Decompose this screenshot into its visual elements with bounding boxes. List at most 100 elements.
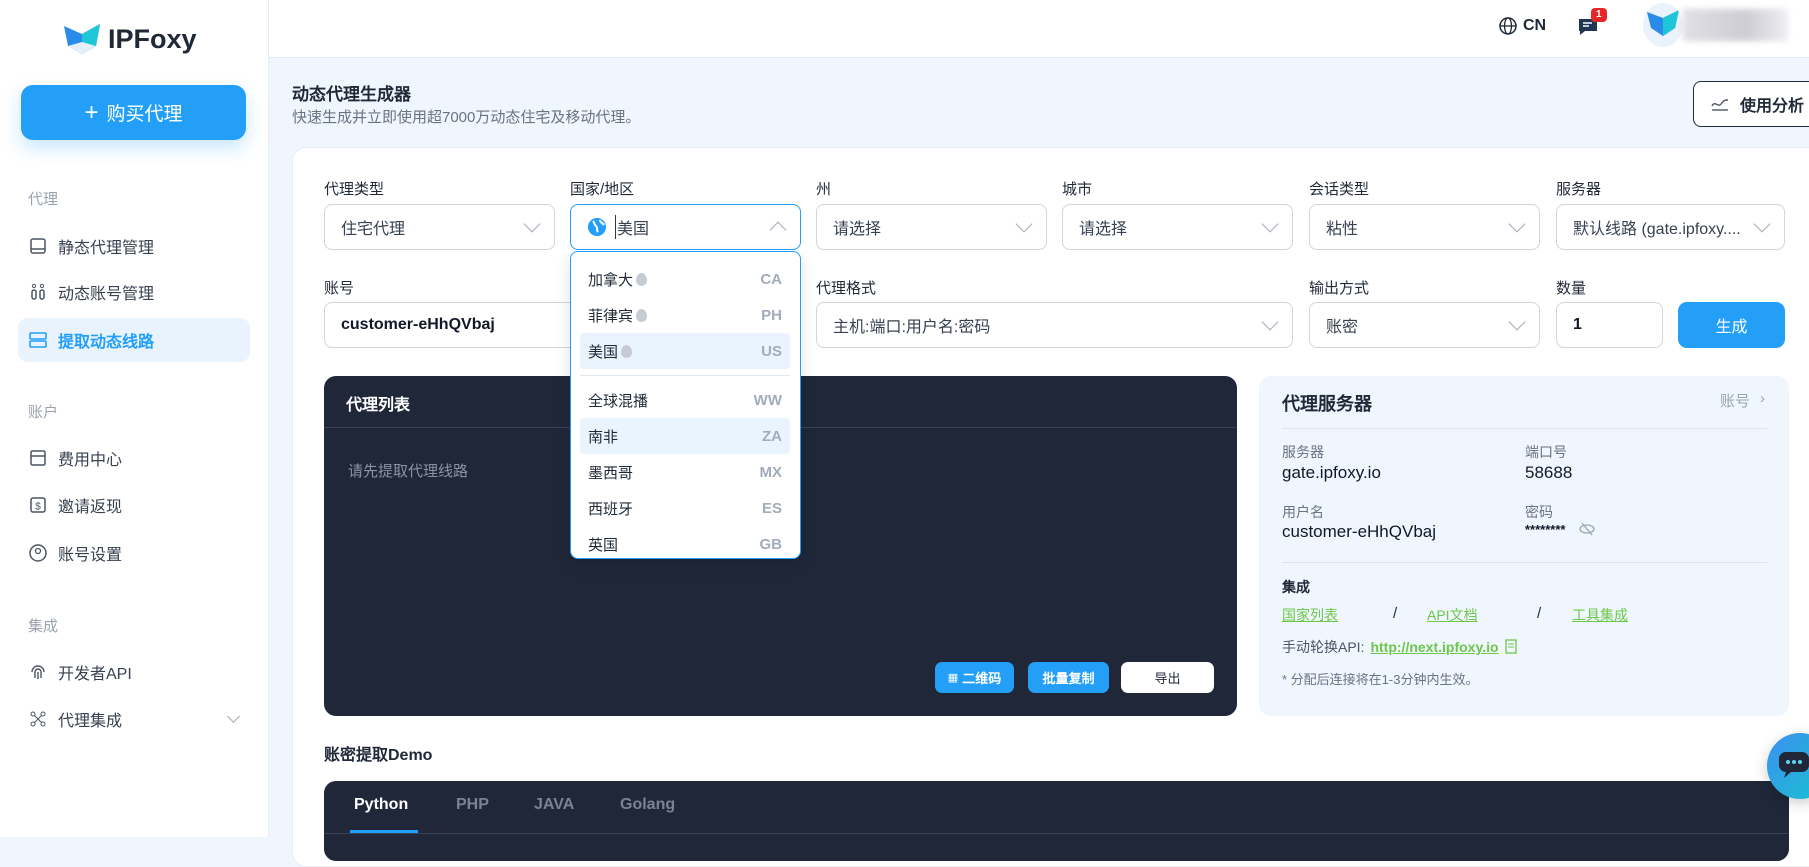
value: 1 [1573,316,1582,333]
sidebar-item-dynamic-account[interactable]: 动态账号管理 [18,270,250,314]
country-option-ca[interactable]: 加拿大 CA [580,261,790,297]
sidebar-item-static-proxy[interactable]: 静态代理管理 [18,224,250,268]
chevron-down-icon [227,709,240,723]
label: 二维码 [962,671,1002,686]
value: 美国 [615,215,649,239]
country-option-gb[interactable]: 英国 GB [580,526,790,562]
language-switch[interactable]: CN [1498,16,1546,36]
server-label: 服务器 [1556,181,1602,198]
country-option-ph[interactable]: 菲律宾 PH [580,297,790,333]
divider [324,833,1789,834]
port-value: 58688 [1525,463,1573,482]
globe-icon [1499,17,1517,35]
svg-text:$: $ [35,502,41,513]
country-list-link[interactable]: 国家列表 [1282,605,1338,625]
rotate-api-label: 手动轮换API: [1282,639,1365,655]
label: 邀请返现 [58,499,123,516]
usage-analysis-button[interactable]: 使用分析 [1693,81,1809,127]
proxy-server-panel: 代理服务器 账号 › 服务器 gate.ipfoxy.io 端口号 58688 用… [1259,376,1789,716]
country-option-ww[interactable]: 全球混播 WW [580,382,790,418]
session-select[interactable]: 粘性 [1309,204,1540,250]
sidebar-item-extract-lines[interactable]: 提取动态线路 [18,318,250,362]
logo[interactable]: IPFoxy [62,22,197,56]
label: 动态账号管理 [58,286,155,303]
tab-php[interactable]: PHP [456,796,489,814]
country-option-es[interactable]: 西班牙 ES [580,490,790,526]
chevron-down-icon [1261,313,1279,331]
rotate-api-link[interactable]: http://next.ipfoxy.io [1370,639,1498,655]
divider [1282,428,1767,429]
server-select[interactable]: 默认线路 (gate.ipfoxy.... [1556,204,1785,250]
export-button[interactable]: 导出 [1121,662,1214,693]
section-account: 账户 [28,404,59,421]
messages-button[interactable]: 1 [1577,8,1607,42]
country-option-za[interactable]: 南非 ZA [580,418,790,454]
users-icon [31,283,45,300]
tab-java[interactable]: JAVA [534,796,574,814]
proxy-type-select[interactable]: 住宅代理 [324,204,555,250]
value: 住宅代理 [341,221,406,238]
name: 西班牙 [588,500,634,518]
bulk-copy-button[interactable]: 批量复制 [1028,662,1109,693]
monitor-icon [30,238,46,254]
buy-proxy-button[interactable]: + 购买代理 [21,85,246,140]
qr-code-button[interactable]: ▦ 二维码 [935,662,1014,693]
chat-icon [1779,752,1809,778]
fingerprint-icon [31,665,45,679]
fox-logo-icon [64,24,100,54]
proxy-type-label: 代理类型 [324,181,385,198]
name: 南非 [588,428,619,446]
sidebar-item-proxy-integration[interactable]: 代理集成 [18,697,250,741]
sidebar-item-settings[interactable]: 账号设置 [18,531,250,575]
quantity-input[interactable]: 1 [1556,302,1663,348]
output-select[interactable]: 账密 [1309,302,1540,348]
country-select[interactable]: 美国 [570,204,801,250]
format-label: 代理格式 [816,280,877,297]
name: 加拿大 [588,271,634,289]
tab-python[interactable]: Python [354,796,408,814]
qr-icon: ▦ [947,672,959,684]
eye-off-icon[interactable] [1579,521,1595,537]
topbar: CN 1 [269,0,1809,58]
label: 使用分析 [1740,98,1805,115]
notification-badge: 1 [1591,8,1607,22]
code: WW [753,391,782,409]
buy-label: 购买代理 [106,104,183,125]
proxy-list-title: 代理列表 [346,397,411,414]
city-select[interactable]: 请选择 [1062,204,1293,250]
api-docs-link[interactable]: API文档 [1427,605,1478,625]
generate-button[interactable]: 生成 [1678,302,1785,348]
session-label: 会话类型 [1309,181,1370,198]
country-dropdown: 加拿大 CA 菲律宾 PH 美国 US 全球混播 WW 南非 ZA 墨西哥 MX 西班牙 ES… [570,251,801,559]
value: 粘性 [1326,221,1359,238]
port-field-label: 端口号 [1525,444,1567,460]
placeholder: 请选择 [833,221,882,238]
name: 墨西哥 [588,464,634,482]
country-option-mx[interactable]: 墨西哥 MX [580,454,790,490]
password-field-label: 密码 [1525,504,1553,520]
server-icon [29,332,47,348]
value: 账密 [1326,319,1359,336]
tool-integration-link[interactable]: 工具集成 [1572,605,1628,625]
account-label: 账号 [324,280,355,297]
avatar[interactable] [1643,3,1683,47]
account-link[interactable]: 账号 › [1720,390,1765,411]
label: 提取动态线路 [58,334,155,351]
sidebar-item-referral[interactable]: $ 邀请返现 [18,483,250,527]
divider [1282,562,1767,563]
sidebar-item-billing[interactable]: 费用中心 [18,436,250,480]
label: 账号设置 [58,547,123,564]
code: CA [760,270,782,288]
empty-state-text: 请先提取代理线路 [348,463,469,480]
chevron-down-icon [1508,313,1526,331]
panel-title: 代理服务器 [1282,394,1372,414]
name: 英国 [588,536,619,554]
password-value: ******** [1525,522,1566,537]
sidebar-item-developer-api[interactable]: 开发者API [18,650,250,694]
tab-golang[interactable]: Golang [620,796,675,814]
state-select[interactable]: 请选择 [816,204,1047,250]
country-option-us-selected[interactable]: 美国 US [580,333,790,369]
copy-icon[interactable] [1504,639,1518,655]
label: 账号 [1719,393,1750,410]
format-select[interactable]: 主机:端口:用户名:密码 [816,302,1293,348]
